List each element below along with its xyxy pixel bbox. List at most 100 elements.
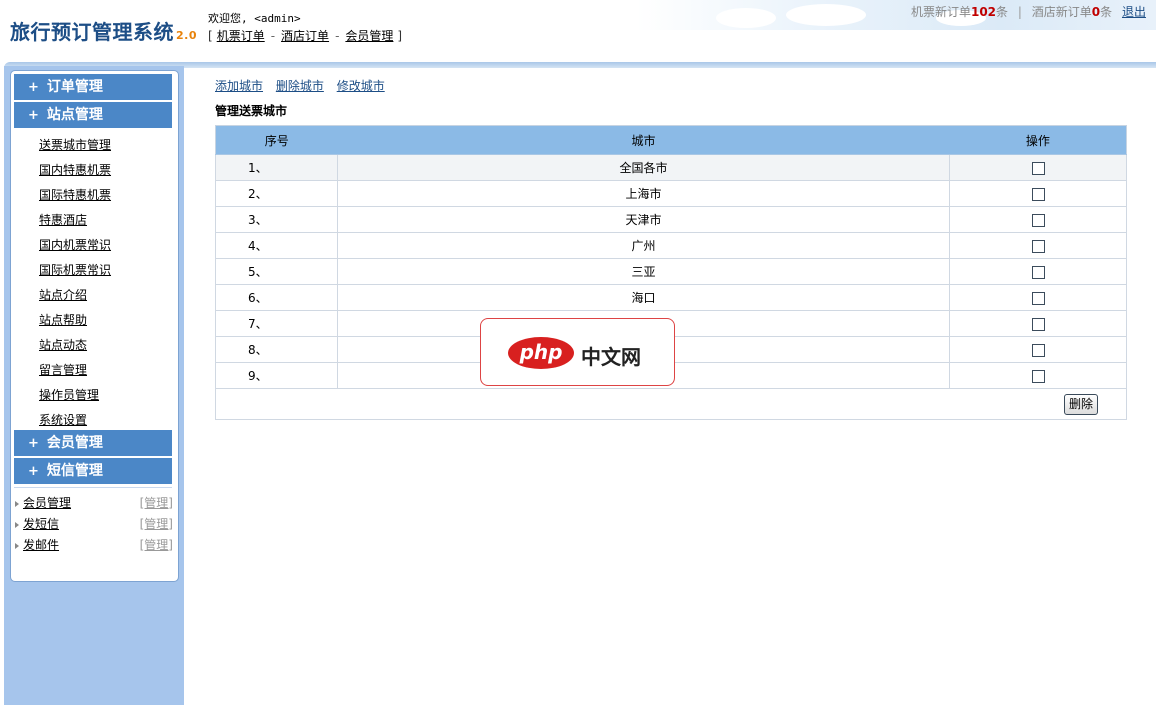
sidebar-item-site-intro[interactable]: 站点介绍 (39, 283, 111, 308)
manage-members-action[interactable]: [管理] (140, 493, 173, 514)
sidebar-divider (14, 487, 172, 488)
row-city: 全国各市 (336, 154, 951, 181)
row-number: 9、 (215, 362, 338, 389)
row-city: 天津市 (336, 206, 951, 233)
hotel-orders-label: 酒店新订单 (1031, 5, 1092, 19)
sidebar-item-hotel-deals[interactable]: 特惠酒店 (39, 208, 111, 233)
edit-city-link[interactable]: 修改城市 (337, 79, 385, 93)
sidebar-item-delivery-cities[interactable]: 送票城市管理 (39, 133, 111, 158)
manage-members-link[interactable]: 会员管理 (23, 496, 71, 510)
row-number: 2、 (215, 180, 338, 207)
column-header-city: 城市 (337, 125, 950, 155)
hotel-orders-suffix: 条 (1100, 5, 1113, 19)
delete-button[interactable]: 删除 (1063, 393, 1098, 415)
row-number: 6、 (215, 284, 338, 311)
sidebar-item-operators[interactable]: 操作员管理 (39, 383, 111, 408)
flight-orders-count: 102 (970, 5, 997, 19)
app-title: 旅行预订管理系统 (10, 20, 174, 44)
table-row: 6、 海口 (215, 284, 1127, 311)
logout-link[interactable]: 退出 (1122, 5, 1146, 19)
add-city-link[interactable]: 添加城市 (215, 79, 263, 93)
menu-label: 订单管理 (46, 79, 103, 95)
row-checkbox[interactable] (1031, 239, 1045, 253)
triangle-right-icon (15, 542, 19, 549)
row-checkbox[interactable] (1031, 369, 1045, 383)
column-header-action: 操作 (949, 125, 1127, 155)
cloud-decoration (786, 4, 866, 26)
manage-row-members: 会员管理 [管理] (15, 493, 173, 514)
sidebar-item-international-flights[interactable]: 国际特惠机票 (39, 183, 111, 208)
welcome-text: 欢迎您, <admin> (208, 12, 301, 25)
table-row: 4、 广州 (215, 232, 1127, 259)
sidebar-item-domestic-flights[interactable]: 国内特惠机票 (39, 158, 111, 183)
nav-flight-orders[interactable]: 机票订单 (217, 29, 265, 43)
plus-icon: + (28, 464, 39, 479)
plus-icon: + (28, 80, 39, 95)
sidebar-item-domestic-ticket-info[interactable]: 国内机票常识 (39, 233, 111, 258)
row-city: 海口 (336, 284, 951, 311)
row-city: 三亚 (336, 258, 951, 285)
row-city: 广州 (336, 232, 951, 259)
table-row: 1、 全国各市 (215, 154, 1127, 181)
row-number: 7、 (215, 310, 338, 337)
row-number: 5、 (215, 258, 338, 285)
send-email-action[interactable]: [管理] (140, 535, 173, 556)
plus-icon: + (28, 108, 39, 123)
row-checkbox[interactable] (1031, 213, 1045, 227)
menu-label: 短信管理 (46, 463, 103, 479)
content-actions: 添加城市 删除城市 修改城市 (215, 77, 394, 94)
menu-order-management[interactable]: + 订单管理 (14, 74, 172, 100)
nav-member-management[interactable]: 会员管理 (345, 29, 393, 43)
row-checkbox[interactable] (1031, 291, 1045, 305)
row-number: 3、 (215, 206, 338, 233)
cloud-decoration (716, 8, 776, 28)
menu-label: 站点管理 (46, 107, 103, 123)
triangle-right-icon (15, 500, 19, 507)
php-logo: php (508, 337, 574, 369)
menu-member-management[interactable]: + 会员管理 (14, 430, 172, 456)
nav-hotel-orders[interactable]: 酒店订单 (281, 29, 329, 43)
delete-city-link[interactable]: 删除城市 (276, 79, 324, 93)
top-nav: [机票订单 - 酒店订单 - 会员管理] (208, 29, 403, 43)
sidebar-item-site-news[interactable]: 站点动态 (39, 333, 111, 358)
triangle-right-icon (15, 521, 19, 528)
row-checkbox[interactable] (1031, 317, 1045, 331)
row-number: 4、 (215, 232, 338, 259)
sidebar-item-site-help[interactable]: 站点帮助 (39, 308, 111, 333)
sidebar-panel: + 订单管理 + 站点管理 送票城市管理 国内特惠机票 国际特惠机票 特惠酒店 国内… (10, 70, 179, 582)
row-number: 1、 (215, 154, 338, 181)
send-sms-action[interactable]: [管理] (140, 514, 173, 535)
manage-row-sms: 发短信 [管理] (15, 514, 173, 535)
menu-label: 会员管理 (46, 435, 103, 451)
column-header-no: 序号 (215, 125, 338, 155)
row-checkbox[interactable] (1031, 265, 1045, 279)
flight-orders-suffix: 条 (996, 5, 1009, 19)
row-number: 8、 (215, 336, 338, 363)
sidebar: + 订单管理 + 站点管理 送票城市管理 国内特惠机票 国际特惠机票 特惠酒店 国内… (4, 66, 184, 705)
table-row: 3、 天津市 (215, 206, 1127, 233)
table-row: 5、 三亚 (215, 258, 1127, 285)
table-row: 2、 上海市 (215, 180, 1127, 207)
order-notifications: 机票新订单102条 | 酒店新订单0条 退出 (910, 5, 1146, 19)
watermark-overlay: php 中文网 (480, 318, 675, 386)
table-footer-row: 删除 (215, 388, 1127, 420)
header: 旅行预订管理系统 2.0 欢迎您, <admin> [机票订单 - 酒店订单 - 会员管理… (0, 0, 1156, 62)
hotel-orders-count: 0 (1091, 5, 1101, 19)
page-title: 管理送票城市 (215, 104, 288, 118)
flight-orders-label: 机票新订单 (910, 5, 971, 19)
menu-site-management[interactable]: + 站点管理 (14, 102, 172, 128)
table-header-row: 序号 城市 操作 (215, 125, 1127, 155)
send-sms-link[interactable]: 发短信 (23, 517, 59, 531)
send-email-link[interactable]: 发邮件 (23, 538, 59, 552)
row-checkbox[interactable] (1031, 343, 1045, 357)
site-management-list: 送票城市管理 国内特惠机票 国际特惠机票 特惠酒店 国内机票常识 国际机票常识 … (39, 133, 111, 433)
sidebar-item-international-ticket-info[interactable]: 国际机票常识 (39, 258, 111, 283)
watermark-text: 中文网 (581, 345, 641, 369)
app-logo: 旅行预订管理系统 2.0 (10, 16, 197, 45)
app-version: 2.0 (176, 29, 197, 42)
menu-sms-management[interactable]: + 短信管理 (14, 458, 172, 484)
row-checkbox[interactable] (1031, 187, 1045, 201)
manage-row-email: 发邮件 [管理] (15, 535, 173, 556)
row-checkbox[interactable] (1031, 161, 1045, 175)
sidebar-item-messages[interactable]: 留言管理 (39, 358, 111, 383)
